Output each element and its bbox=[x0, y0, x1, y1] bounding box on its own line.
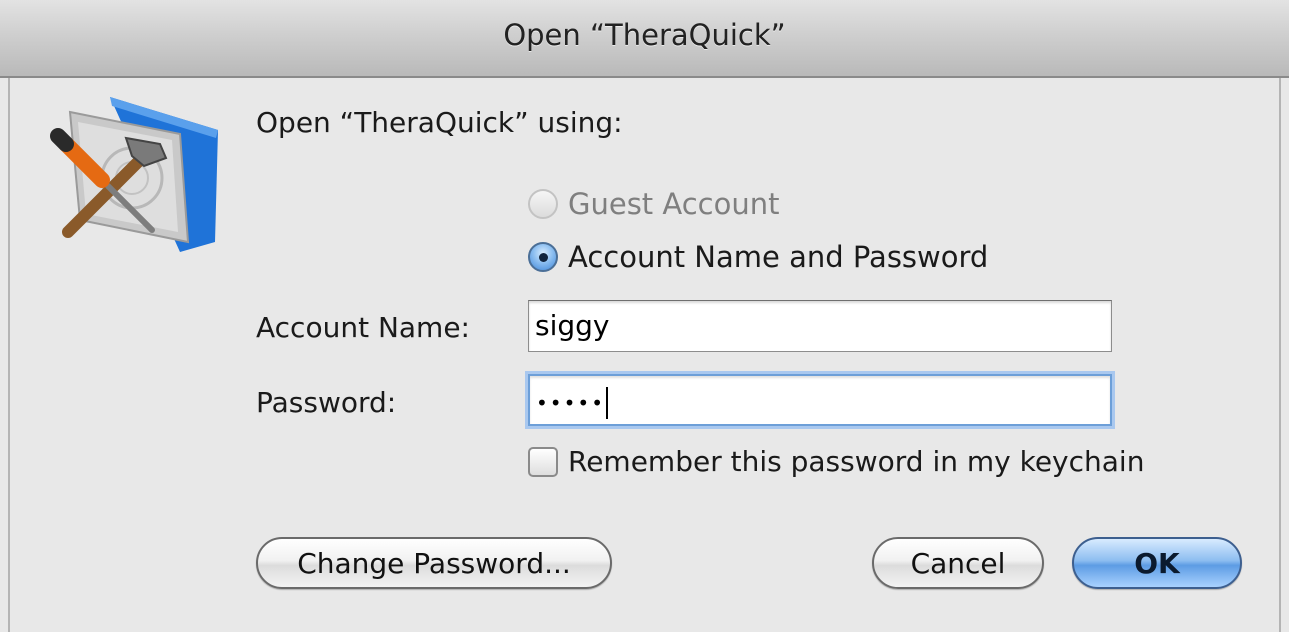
account-name-value: siggy bbox=[535, 309, 610, 342]
radio-account-name-and-password[interactable]: Account Name and Password bbox=[528, 237, 988, 277]
account-name-label: Account Name: bbox=[256, 311, 470, 344]
folder-with-tools-icon bbox=[50, 97, 218, 252]
remember-password-label: Remember this password in my keychain bbox=[568, 445, 1145, 478]
radio-label: Guest Account bbox=[568, 187, 780, 221]
cancel-button[interactable]: Cancel bbox=[872, 537, 1044, 589]
radio-label: Account Name and Password bbox=[568, 240, 989, 274]
password-label: Password: bbox=[256, 386, 397, 419]
radio-button-icon bbox=[528, 189, 558, 219]
password-masked-value: ••••• bbox=[536, 391, 605, 415]
change-password-button[interactable]: Change Password... bbox=[256, 537, 612, 589]
radio-guest-account: Guest Account bbox=[528, 184, 779, 224]
window-title: Open “TheraQuick” bbox=[503, 18, 786, 52]
password-field[interactable]: ••••• bbox=[528, 374, 1112, 426]
login-dialog-window: Open “TheraQuick” Open “TheraQuick” usin… bbox=[0, 0, 1289, 632]
ok-button[interactable]: OK bbox=[1072, 537, 1242, 589]
remember-password-option[interactable]: Remember this password in my keychain bbox=[528, 445, 1144, 478]
text-caret bbox=[605, 387, 608, 419]
checkbox-icon[interactable] bbox=[528, 446, 558, 477]
dialog-heading: Open “TheraQuick” using: bbox=[256, 106, 623, 139]
radio-button-selected-icon[interactable] bbox=[528, 242, 558, 272]
account-name-field[interactable]: siggy bbox=[528, 300, 1112, 352]
title-bar[interactable]: Open “TheraQuick” bbox=[0, 0, 1289, 78]
